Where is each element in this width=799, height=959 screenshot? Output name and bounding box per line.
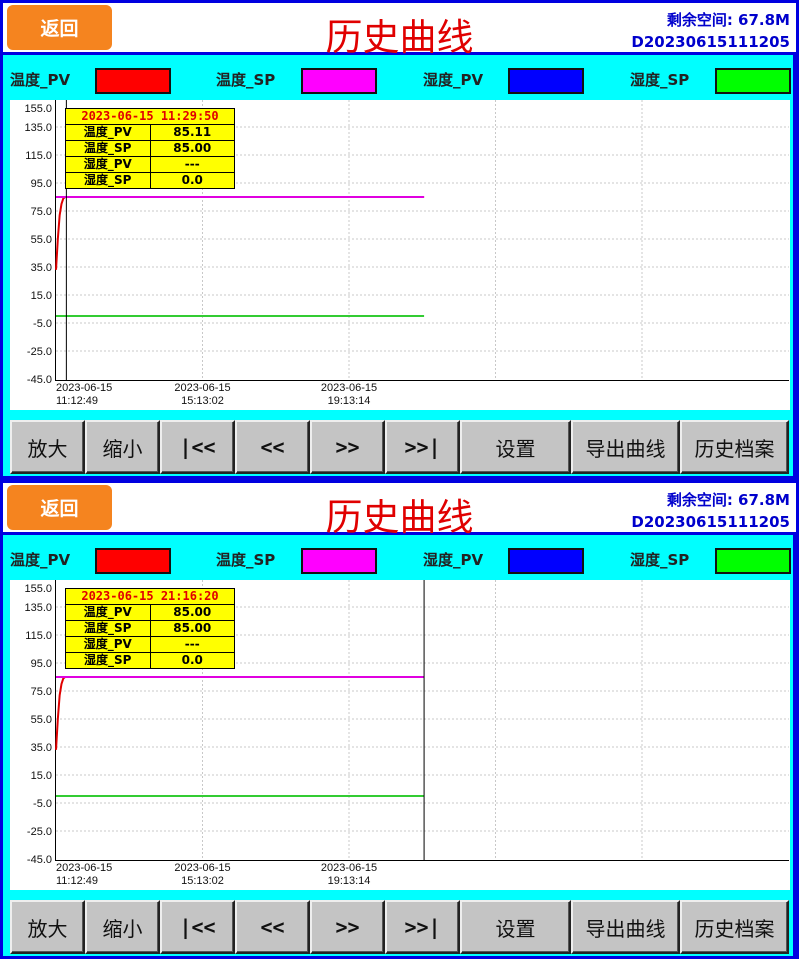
tooltip-series-name: 湿度_PV [66, 157, 151, 172]
legend-label: 温度_PV [10, 71, 71, 89]
zoom-in-button[interactable]: 放大 [10, 900, 85, 954]
legend-color-swatch[interactable] [301, 68, 377, 94]
back-button[interactable]: 返回 [7, 485, 112, 530]
free-space-text: 剩余空间: 67.8M [666, 491, 790, 509]
legend-color-swatch[interactable] [301, 548, 377, 574]
history-curve-panel: 历史曲线 剩余空间: 67.8M D20230615111205 返回 温度_PV 温度_… [0, 480, 799, 959]
free-space-text: 剩余空间: 67.8M [666, 11, 790, 29]
tooltip-row: 温度_SP 85.00 [66, 141, 234, 157]
next-page-button[interactable]: >> [310, 420, 385, 474]
tooltip-series-value: 85.11 [173, 125, 212, 139]
legend-color-swatch[interactable] [95, 68, 171, 94]
legend-color-swatch[interactable] [508, 548, 584, 574]
zoom-out-button[interactable]: 缩小 [85, 900, 160, 954]
zoom-in-button[interactable]: 放大 [10, 420, 85, 474]
next-page-button[interactable]: >> [310, 900, 385, 954]
history-curve-panel: 历史曲线 剩余空间: 67.8M D20230615111205 返回 温度_PV 温度_… [0, 0, 799, 479]
tooltip-row: 温度_PV 85.11 [66, 125, 234, 141]
tooltip-series-name: 湿度_SP [66, 173, 151, 188]
storage-info: 剩余空间: 67.8M D20230615111205 [631, 9, 790, 53]
legend-label: 温度_SP [216, 551, 276, 569]
legend-label: 温度_PV [10, 551, 71, 569]
legend-label: 温度_SP [216, 71, 276, 89]
settings-button[interactable]: 设置 [460, 420, 571, 474]
file-id-text: D20230615111205 [631, 33, 790, 51]
last-page-button[interactable]: >>| [385, 900, 460, 954]
tooltip-series-value: 0.0 [181, 653, 203, 667]
last-page-button[interactable]: >>| [385, 420, 460, 474]
legend-color-swatch[interactable] [508, 68, 584, 94]
tooltip-series-value: 85.00 [173, 621, 212, 635]
header-bar: 历史曲线 剩余空间: 67.8M D20230615111205 [3, 3, 796, 59]
tooltip-series-name: 温度_PV [66, 125, 151, 140]
file-id-text: D20230615111205 [631, 513, 790, 531]
tooltip-row: 温度_SP 85.00 [66, 621, 234, 637]
tooltip-series-name: 温度_PV [66, 605, 151, 620]
tooltip-row: 湿度_PV --- [66, 637, 234, 653]
cursor-tooltip: 2023-06-15 11:29:50 温度_PV 85.11 温度_SP 85.00 湿… [65, 108, 235, 189]
legend-color-swatch[interactable] [95, 548, 171, 574]
history-archive-button[interactable]: 历史档案 [680, 420, 789, 474]
tooltip-series-name: 温度_SP [66, 621, 151, 636]
settings-button[interactable]: 设置 [460, 900, 571, 954]
first-page-button[interactable]: |<< [160, 420, 235, 474]
legend-label: 湿度_SP [630, 71, 690, 89]
cursor-time: 2023-06-15 21:16:20 [66, 589, 234, 605]
tooltip-series-value: 85.00 [173, 605, 212, 619]
legend-color-swatch[interactable] [715, 68, 791, 94]
tooltip-row: 湿度_PV --- [66, 157, 234, 173]
export-curve-button[interactable]: 导出曲线 [571, 420, 680, 474]
legend-color-swatch[interactable] [715, 548, 791, 574]
export-curve-button[interactable]: 导出曲线 [571, 900, 680, 954]
tooltip-series-value: --- [184, 637, 200, 651]
storage-info: 剩余空间: 67.8M D20230615111205 [631, 489, 790, 533]
tooltip-series-value: 85.00 [173, 141, 212, 155]
tooltip-series-name: 温度_SP [66, 141, 151, 156]
header-bar: 历史曲线 剩余空间: 67.8M D20230615111205 [3, 483, 796, 539]
tooltip-row: 湿度_SP 0.0 [66, 653, 234, 668]
first-page-button[interactable]: |<< [160, 900, 235, 954]
cursor-time: 2023-06-15 11:29:50 [66, 109, 234, 125]
tooltip-series-value: --- [184, 157, 200, 171]
tooltip-series-name: 湿度_PV [66, 637, 151, 652]
legend-label: 湿度_PV [423, 71, 484, 89]
cursor-tooltip: 2023-06-15 21:16:20 温度_PV 85.00 温度_SP 85.00 湿… [65, 588, 235, 669]
tooltip-row: 温度_PV 85.00 [66, 605, 234, 621]
zoom-out-button[interactable]: 缩小 [85, 420, 160, 474]
back-button[interactable]: 返回 [7, 5, 112, 50]
prev-page-button[interactable]: << [235, 900, 310, 954]
prev-page-button[interactable]: << [235, 420, 310, 474]
tooltip-row: 湿度_SP 0.0 [66, 173, 234, 188]
legend-label: 湿度_SP [630, 551, 690, 569]
tooltip-series-value: 0.0 [181, 173, 203, 187]
legend-label: 湿度_PV [423, 551, 484, 569]
tooltip-series-name: 湿度_SP [66, 653, 151, 668]
history-archive-button[interactable]: 历史档案 [680, 900, 789, 954]
